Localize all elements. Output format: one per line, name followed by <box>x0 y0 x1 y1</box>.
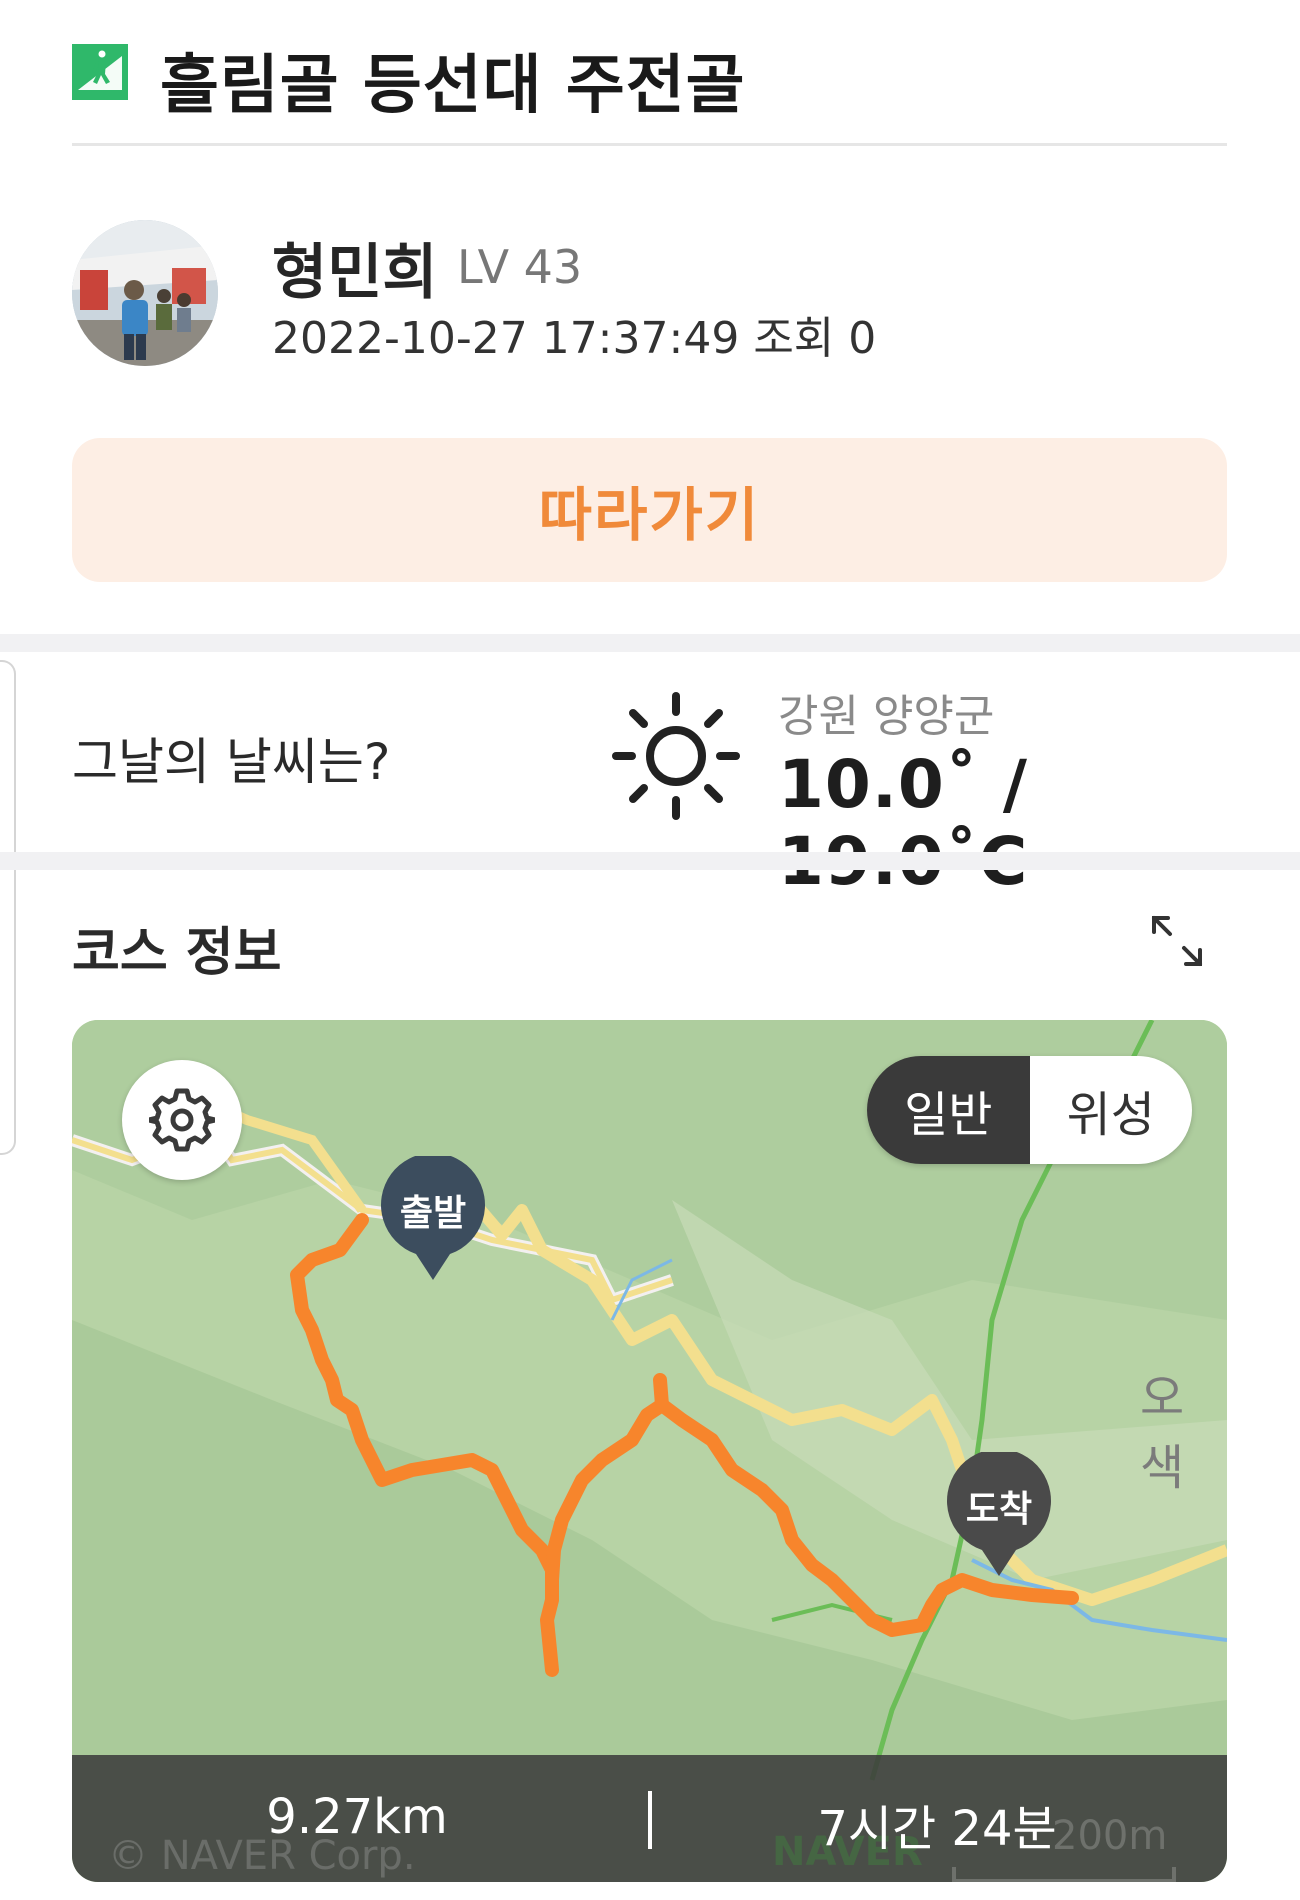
header: 흘림골 등선대 주전골 <box>72 14 1227 146</box>
user-level: LV 43 <box>457 240 583 294</box>
expand-icon[interactable] <box>1148 912 1206 970</box>
section-divider <box>0 852 1300 870</box>
start-marker[interactable]: 출발 <box>380 1156 486 1282</box>
post-meta: 2022-10-27 17:37:49 조회 0 <box>272 302 876 366</box>
end-marker-label: 도착 <box>965 1489 1033 1530</box>
map-type-satellite[interactable]: 위성 <box>1029 1056 1192 1164</box>
map-type-normal[interactable]: 일반 <box>867 1056 1030 1164</box>
course-distance: 9.27km <box>266 1789 448 1845</box>
view-count: 조회 0 <box>753 313 877 364</box>
avatar[interactable] <box>72 220 218 366</box>
course-duration: 7시간 24분 <box>817 1801 1057 1857</box>
hiking-icon <box>72 44 128 100</box>
course-stats-bar: © NAVER Corp. NAVER 200m 9.27km 7시간 24분 <box>72 1755 1227 1882</box>
weather-location: 강원 양양군 <box>778 691 995 742</box>
user-name: 형민희 <box>272 238 438 308</box>
end-marker[interactable]: 도착 <box>946 1452 1052 1578</box>
weather-section: 그날의 날씨는? 강원 양양군 10.0˚ / 19.0˚C <box>0 656 1300 900</box>
section-divider <box>0 634 1300 652</box>
follow-button[interactable]: 따라가기 <box>72 438 1227 582</box>
map-place-label: 오색 <box>1140 1370 1185 1496</box>
post-datetime: 2022-10-27 17:37:49 <box>272 313 740 364</box>
author-profile: 형민희 LV 43 2022-10-27 17:37:49 조회 0 <box>72 220 1227 370</box>
course-info-header: 코스 정보 <box>0 870 1300 1010</box>
course-map[interactable]: 일반 위성 오색 출발 도착 © NAVER Corp. NAVER 200m … <box>72 1020 1227 1882</box>
map-scale-bar <box>952 1867 1176 1882</box>
gear-icon <box>149 1088 215 1152</box>
map-type-toggle[interactable]: 일반 위성 <box>867 1056 1192 1164</box>
weather-question: 그날의 날씨는? <box>72 733 391 791</box>
sun-icon <box>612 692 740 820</box>
start-marker-label: 출발 <box>399 1193 467 1234</box>
page-title: 흘림골 등선대 주전골 <box>160 49 746 123</box>
map-settings-button[interactable] <box>122 1060 242 1180</box>
course-title: 코스 정보 <box>72 923 282 983</box>
